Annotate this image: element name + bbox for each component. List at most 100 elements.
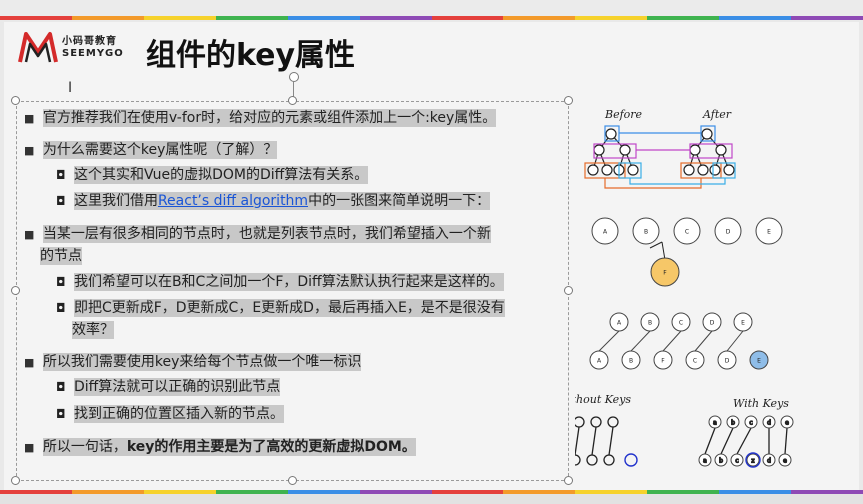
- bullet-bold-text: key的作用主要是为了高效的更新虚拟DOM。: [126, 438, 416, 456]
- sub-bullet-line: 这个其实和Vue的虚拟DOM的Diff算法有关系。: [56, 164, 369, 186]
- logo-chinese-text: 小码哥教育: [62, 36, 117, 47]
- resize-handle-br[interactable]: [564, 476, 573, 485]
- sub-bullet-line: 即把C更新成F，D更新成C，E更新成D，最后再插入E，是不是很没有: [56, 297, 505, 319]
- svg-text:c: c: [749, 420, 752, 427]
- keyed-bottom-node-a: a: [698, 453, 712, 467]
- link-line: [726, 330, 744, 352]
- sub-bullet-text: 效率？: [72, 321, 114, 339]
- top-node-c: C: [671, 312, 691, 332]
- stripe-segment: [359, 16, 432, 20]
- svg-text:F: F: [663, 270, 667, 277]
- resize-handle-tr[interactable]: [564, 96, 573, 105]
- keyed-top-node-e: e: [780, 415, 794, 429]
- svg-text:B: B: [644, 229, 648, 236]
- bottom-node-a: A: [589, 350, 609, 370]
- bullet-line: 为什么需要这个key属性呢（了解）？: [24, 139, 278, 162]
- svg-text:e: e: [783, 458, 787, 465]
- svg-text:D: D: [710, 320, 715, 327]
- node-e: E: [755, 217, 783, 245]
- link-line: [630, 330, 651, 352]
- with-keys-diagram: a b c d e a b c z d e: [698, 415, 794, 468]
- rotate-handle[interactable]: [289, 72, 299, 82]
- sub-bullet-text: 这个其实和Vue的虚拟DOM的Diff算法有关系。: [73, 166, 369, 184]
- svg-text:B: B: [648, 320, 652, 327]
- react-diff-link[interactable]: React’s diff algorithm: [157, 192, 309, 210]
- sub-bullet-text: Diff算法就可以正确的识别此节点: [73, 378, 281, 396]
- sub-bullet-text: 找到正确的位置区插入新的节点。: [73, 405, 284, 423]
- stripe-segment: [503, 16, 576, 20]
- keyed-top-node-b: b: [726, 415, 740, 429]
- svg-text:b: b: [731, 420, 735, 427]
- stripe-segment: [71, 16, 144, 20]
- text-cursor-icon: I: [68, 80, 73, 96]
- link-line: [694, 330, 713, 352]
- sub-bullet-line: 我们希望可以在B和C之间加一个F，Diff算法默认执行起来是这样的。: [56, 271, 504, 293]
- resize-handle-r[interactable]: [564, 286, 573, 295]
- svg-text:E: E: [741, 320, 745, 327]
- keyed-bottom-node-b: b: [714, 453, 728, 467]
- stripe-segment: [575, 16, 648, 20]
- svg-text:a: a: [703, 458, 707, 465]
- svg-text:z: z: [751, 458, 754, 465]
- node-d: D: [714, 217, 742, 245]
- svg-text:D: D: [726, 229, 731, 236]
- bullet-text: 当某一层有很多相同的节点时，也就是列表节点时，我们希望插入一个新: [42, 225, 491, 243]
- without-keys-diagram: [575, 416, 638, 467]
- top-node-b: B: [640, 312, 660, 332]
- stripe-segment: [215, 16, 288, 20]
- sub-bullet-line: 这里我们借用React’s diff algorithm中的一张图来简单说明一下…: [56, 190, 491, 212]
- logo-m-icon: [18, 32, 58, 63]
- resize-handle-tl[interactable]: [11, 96, 20, 105]
- resize-handle-t[interactable]: [288, 96, 297, 105]
- insert-arrow: [661, 241, 666, 261]
- node-f: F: [650, 257, 680, 287]
- bottom-node-d: D: [717, 350, 737, 370]
- svg-text:B: B: [629, 358, 633, 365]
- brand-logo: 小码哥教育 SEEMYGO: [14, 24, 134, 84]
- bullet-line: 所以我们需要使用key来给每个节点做一个唯一标识: [24, 351, 362, 374]
- keyed-bottom-node-d: d: [762, 453, 776, 467]
- top-node-a: A: [609, 312, 629, 332]
- bottom-node-c: C: [685, 350, 705, 370]
- sub-bullet-text: 这里我们借用: [73, 192, 158, 210]
- before-label: Before: [604, 108, 643, 121]
- stripe-segment: [0, 16, 72, 20]
- stripe-segment: [143, 16, 216, 20]
- resize-handle-b[interactable]: [288, 476, 297, 485]
- top-node-e: E: [733, 312, 753, 332]
- slide-title[interactable]: 组件的key属性: [146, 30, 355, 74]
- bullet-line: 当某一层有很多相同的节点时，也就是列表节点时，我们希望插入一个新: [24, 223, 491, 246]
- with-keys-label: With Keys: [733, 397, 789, 410]
- diff-diagram-image[interactable]: Before After A B C D E F A B C D E A B F C D E Without…: [575, 100, 845, 480]
- svg-text:E: E: [757, 358, 761, 365]
- stripe-segment: [431, 16, 504, 20]
- keyed-top-node-a: a: [708, 415, 722, 429]
- node-row-2: A B C D E A B F C D E: [589, 312, 769, 370]
- inserted-node-f: F: [650, 257, 680, 287]
- node-row-1: A B C D E: [591, 217, 783, 245]
- svg-text:e: e: [785, 420, 789, 427]
- keyed-bottom-node-e: e: [778, 453, 792, 467]
- color-stripe-top: [0, 16, 863, 20]
- bullet-text: 官方推荐我们在使用v-for时，给对应的元素或组件添加上一个:key属性。: [42, 109, 497, 127]
- resize-handle-bl[interactable]: [11, 476, 20, 485]
- svg-text:b: b: [719, 458, 723, 465]
- node-b: B: [632, 217, 660, 245]
- svg-text:C: C: [679, 320, 683, 327]
- bullet-continuation: 的节点: [40, 245, 82, 267]
- svg-text:d: d: [767, 420, 771, 427]
- sub-bullet-text: 中的一张图来简单说明一下：: [308, 192, 491, 210]
- sub-bullet-line: Diff算法就可以正确的识别此节点: [56, 376, 281, 398]
- stripe-segment: [287, 16, 360, 20]
- top-node-d: D: [702, 312, 722, 332]
- bullet-text: 所以一句话，: [42, 438, 127, 456]
- without-keys-label: Without Keys: [575, 393, 631, 406]
- svg-text:C: C: [685, 229, 689, 236]
- link-line: [598, 330, 620, 352]
- svg-text:c: c: [735, 458, 738, 465]
- keyed-bottom-node-c: c: [730, 453, 744, 467]
- svg-text:E: E: [767, 229, 771, 236]
- before-after-trees: [584, 125, 736, 189]
- logo-english-text: SEEMYGO: [62, 48, 124, 59]
- resize-handle-l[interactable]: [11, 286, 20, 295]
